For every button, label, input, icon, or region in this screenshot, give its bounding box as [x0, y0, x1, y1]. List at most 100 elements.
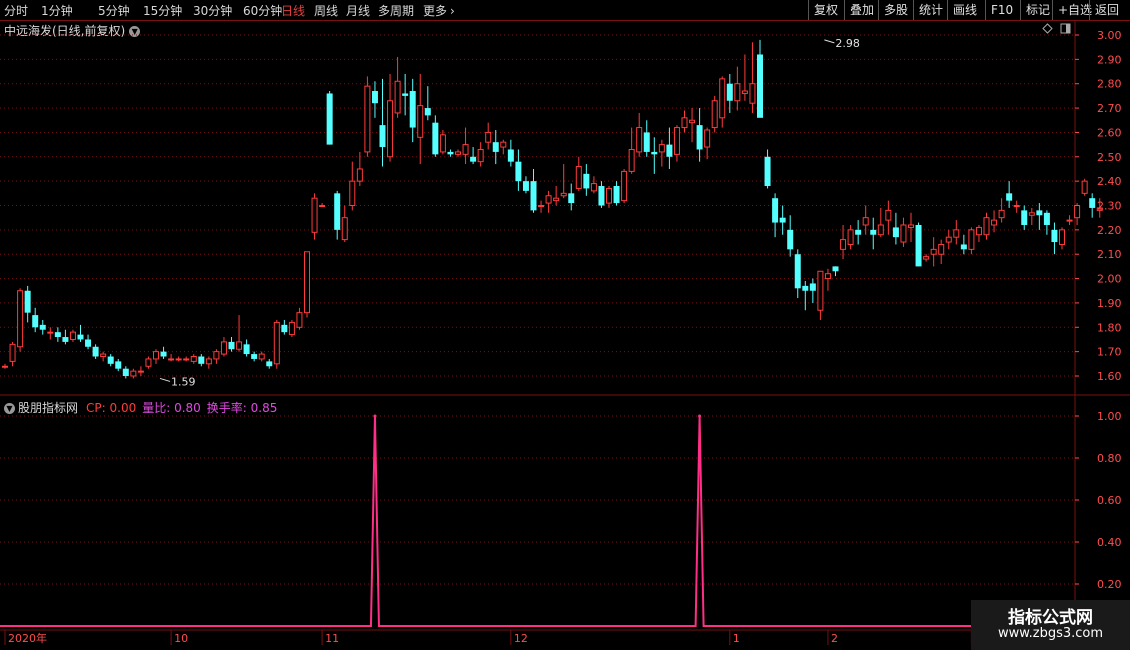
- candle-body-up: [236, 341, 243, 350]
- candle-body-up: [1081, 180, 1088, 194]
- chevron-down-icon[interactable]: ▼: [4, 403, 15, 414]
- candle-body-down: [522, 181, 529, 191]
- candle-body-up: [975, 226, 982, 236]
- candle-body-down: [515, 161, 522, 182]
- period-1min[interactable]: 1分钟: [41, 2, 73, 19]
- candle-body-up: [462, 144, 469, 155]
- tool-multi-stock[interactable]: 多股: [878, 0, 913, 20]
- indicator-layer: [0, 414, 1075, 627]
- candle-body-up: [296, 312, 303, 328]
- y-tick-label: 2.90: [1097, 53, 1122, 66]
- y-tick-label: 2.50: [1097, 151, 1122, 164]
- period-week[interactable]: 周线: [314, 2, 338, 19]
- candle-body-up: [983, 217, 990, 236]
- candle-body-down: [470, 156, 477, 162]
- candle-body-up: [439, 134, 446, 153]
- tool-mark[interactable]: 标记: [1020, 0, 1055, 20]
- candle-body-up: [311, 197, 318, 233]
- grid-layer: [0, 20, 1130, 631]
- period-30min[interactable]: 30分钟: [193, 2, 232, 19]
- tool-stats[interactable]: 统计: [913, 0, 948, 20]
- y-tick-label: 3.00: [1097, 29, 1122, 42]
- y-tick-label: 2.40: [1097, 175, 1122, 188]
- candle-body-up: [824, 273, 831, 280]
- period-fenshi[interactable]: 分时: [4, 2, 28, 19]
- candle-body-down: [281, 324, 288, 333]
- watermark-logo: 指标公式网 www.zbgs3.com: [971, 600, 1130, 650]
- y-tick-label: 2.60: [1097, 126, 1122, 139]
- annotation-pointer: [159, 377, 171, 382]
- tool-draw[interactable]: 画线: [947, 0, 982, 20]
- y-tick-label: 2.30: [1097, 200, 1122, 213]
- candle-body-down: [198, 356, 205, 364]
- candle-body-down: [54, 332, 61, 338]
- period-5min[interactable]: 5分钟: [98, 2, 130, 19]
- candle-body-down: [115, 361, 122, 369]
- candle-body-up: [47, 331, 54, 334]
- price-annotation-label: 2.98: [835, 37, 860, 50]
- indicator-spike-point: [373, 414, 377, 418]
- candle-body-up: [258, 353, 265, 360]
- period-day[interactable]: 日线: [281, 2, 305, 19]
- indicator-name: 股朋指标网: [18, 401, 79, 415]
- indicator-y-tick-label: 0.80: [1097, 452, 1122, 465]
- candle-body-down: [402, 93, 409, 96]
- x-tick-label: 10: [174, 632, 188, 645]
- candle-body-down: [379, 125, 386, 148]
- candle-body-up: [9, 343, 16, 362]
- candle-body-up: [137, 370, 144, 373]
- indicator-y-tick-label: 0.60: [1097, 494, 1122, 507]
- candle-body-up: [130, 370, 137, 377]
- candle-body-up: [190, 356, 197, 362]
- candle-body-up: [356, 168, 363, 182]
- candle-body-down: [371, 91, 378, 104]
- candle-body-up: [2, 365, 8, 368]
- candle-body-up: [741, 90, 748, 94]
- candle-body-up: [17, 290, 24, 348]
- y-tick-label: 1.70: [1097, 346, 1122, 359]
- candle-body-down: [1036, 210, 1043, 216]
- candle-body-down: [409, 91, 416, 128]
- period-15min[interactable]: 15分钟: [143, 2, 182, 19]
- candle-body-down: [62, 337, 69, 342]
- candle-body-down: [228, 341, 235, 350]
- tool-overlay[interactable]: 叠加: [844, 0, 879, 20]
- candle-body-down: [1006, 193, 1013, 201]
- price-annotation-label: 1.59: [171, 375, 196, 388]
- candle-body-down: [1089, 198, 1096, 208]
- candle-body-down: [122, 368, 129, 376]
- diamond-icon[interactable]: [1042, 23, 1053, 34]
- more-button[interactable]: 更多 ›: [423, 2, 455, 19]
- candle-body-up: [749, 83, 756, 104]
- candle-body-up: [658, 144, 665, 153]
- candle-body-down: [85, 339, 92, 347]
- period-month[interactable]: 月线: [346, 2, 370, 19]
- candle-body-up: [1074, 205, 1081, 219]
- period-60min[interactable]: 60分钟: [243, 2, 282, 19]
- indicator-volume-ratio: 量比: 0.80: [142, 401, 201, 415]
- tool-back[interactable]: 返回: [1089, 0, 1124, 20]
- candle-body-down: [447, 151, 454, 155]
- candle-body-down: [757, 54, 763, 118]
- candle-body-up: [341, 217, 348, 241]
- tool-fuquan[interactable]: 复权: [808, 0, 843, 20]
- candle-body-up: [205, 358, 212, 365]
- candle-body-down: [507, 149, 514, 162]
- tool-f10[interactable]: F10: [985, 0, 1018, 20]
- candle-body-up: [387, 100, 394, 158]
- candle-body-up: [477, 148, 484, 163]
- candle-body-up: [606, 187, 612, 204]
- candle-body-up: [817, 270, 824, 311]
- indicator-y-tick-label: 0.20: [1097, 578, 1122, 591]
- candle-body-down: [764, 156, 771, 187]
- candle-body-up: [704, 129, 711, 148]
- chevron-down-icon[interactable]: ▼: [129, 26, 141, 37]
- candle-body-up: [100, 353, 107, 358]
- candle-body-up: [213, 351, 220, 360]
- candle-body-up: [953, 229, 960, 238]
- layout-toggle-icon[interactable]: [1060, 23, 1071, 34]
- candle-body-up: [69, 331, 76, 340]
- period-multi[interactable]: 多周期: [378, 2, 414, 19]
- candle-body-up: [900, 224, 907, 243]
- candle-body-up: [220, 341, 227, 355]
